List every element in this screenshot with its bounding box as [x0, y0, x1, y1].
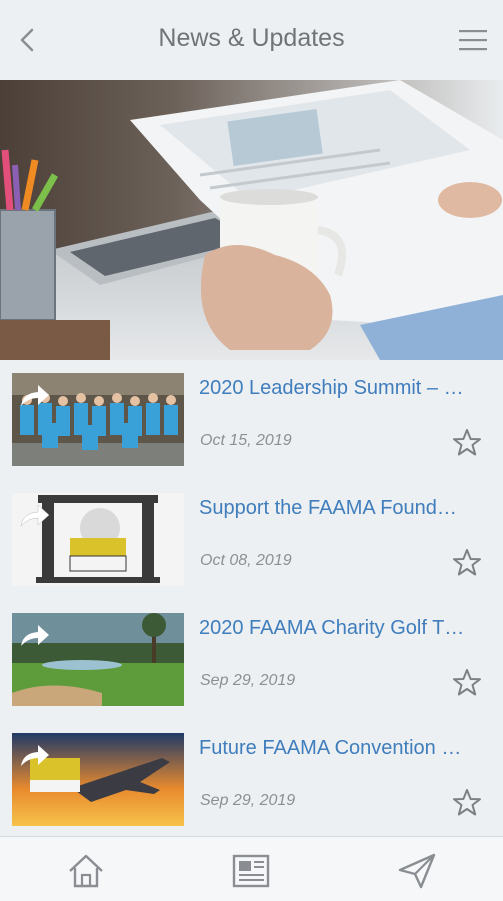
bottom-tab-bar	[0, 836, 503, 901]
list-item[interactable]: Future FAAMA Convention … Sep 29, 2019	[0, 720, 503, 840]
hamburger-menu-icon[interactable]	[459, 29, 487, 51]
article-thumbnail	[12, 733, 184, 826]
article-date: Sep 29, 2019	[200, 672, 296, 689]
list-item[interactable]: 2020 Leadership Summit – … Oct 15, 2019	[0, 360, 503, 480]
favorite-star-icon[interactable]	[452, 428, 482, 458]
share-arrow-icon[interactable]	[18, 381, 52, 409]
favorite-star-icon[interactable]	[452, 548, 482, 578]
newspaper-icon[interactable]	[231, 851, 271, 891]
article-date: Sep 29, 2019	[200, 792, 296, 809]
app-header: News & Updates	[0, 0, 503, 80]
home-icon[interactable]	[66, 851, 106, 891]
hero-image	[0, 80, 503, 360]
article-thumbnail	[12, 373, 184, 466]
page-title: News & Updates	[158, 24, 345, 52]
share-arrow-icon[interactable]	[18, 741, 52, 769]
article-thumbnail	[12, 613, 184, 706]
send-icon[interactable]	[397, 851, 437, 891]
list-item[interactable]: 2020 FAAMA Charity Golf T… Sep 29, 2019	[0, 600, 503, 720]
article-title[interactable]: Support the FAAMA Found…	[199, 497, 489, 520]
news-list: 2020 Leadership Summit – … Oct 15, 2019 …	[0, 360, 503, 840]
favorite-star-icon[interactable]	[452, 788, 482, 818]
list-item[interactable]: Support the FAAMA Found… Oct 08, 2019	[0, 480, 503, 600]
article-date: Oct 15, 2019	[200, 432, 292, 449]
article-title[interactable]: 2020 FAAMA Charity Golf T…	[199, 617, 489, 640]
article-thumbnail	[12, 493, 184, 586]
article-title[interactable]: 2020 Leadership Summit – …	[199, 377, 489, 400]
favorite-star-icon[interactable]	[452, 668, 482, 698]
share-arrow-icon[interactable]	[18, 501, 52, 529]
article-date: Oct 08, 2019	[200, 552, 292, 569]
article-title[interactable]: Future FAAMA Convention …	[199, 737, 489, 760]
share-arrow-icon[interactable]	[18, 621, 52, 649]
